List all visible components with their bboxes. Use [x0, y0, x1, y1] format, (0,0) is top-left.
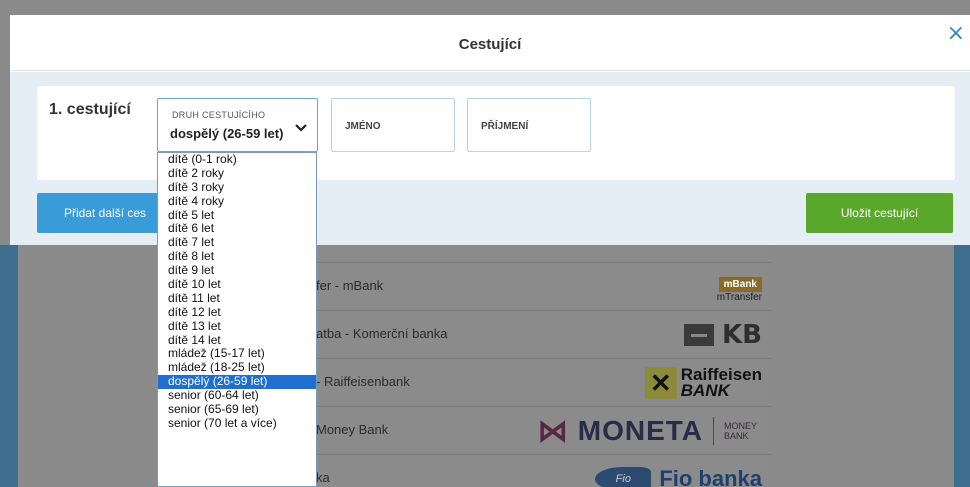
save-passengers-button[interactable]: Uložit cestující — [806, 193, 953, 233]
mbank-logo: mBank mTransfer — [717, 271, 762, 303]
dropdown-option[interactable]: mládež (18-25 let) — [158, 360, 316, 375]
moneta-logo: ⋈ MONETA MONEY BANK — [537, 414, 762, 448]
raiffeisen-logo-sub: BANK — [680, 381, 730, 400]
payment-method-label: ka — [316, 470, 330, 485]
dropdown-option[interactable]: dítě 10 let — [158, 277, 316, 292]
payment-method-label: atba - Komerční banka — [316, 326, 448, 341]
passenger-type-select[interactable]: DRUH CESTUJÍCÍHO dospělý (26-59 let) — [157, 98, 318, 152]
payment-method-label: Money Bank — [316, 422, 389, 437]
moneta-logo-sub: MONEY BANK — [724, 421, 757, 441]
dropdown-option[interactable]: dítě 7 let — [158, 235, 316, 250]
raiffeisen-logo-text-block: Raiffeisen BANK — [680, 366, 762, 400]
modal-header: Cestující × — [10, 15, 970, 71]
close-icon[interactable]: × — [947, 23, 965, 45]
dropdown-option-selected[interactable]: dospělý (26-59 let) — [158, 374, 316, 390]
dropdown-option[interactable]: dítě 12 let — [158, 305, 316, 320]
dropdown-option[interactable]: dítě 3 roky — [158, 180, 316, 195]
raiffeisen-cross-icon: ✕ — [644, 367, 677, 399]
dropdown-option[interactable]: dítě 6 let — [158, 222, 316, 236]
first-name-placeholder: JMÉNO — [345, 121, 381, 132]
payment-method-label: - Raiffeisenbank — [316, 374, 410, 389]
save-passengers-label: Uložit cestující — [840, 206, 919, 220]
dropdown-option[interactable]: dítě 4 roky — [158, 194, 316, 209]
dropdown-option[interactable]: dítě 8 let — [158, 249, 316, 264]
moneta-logo-divider — [713, 417, 714, 445]
raiffeisen-logo: ✕ Raiffeisen BANK — [644, 366, 762, 400]
mbank-logo-sub: mTransfer — [716, 292, 762, 303]
dropdown-option[interactable]: senior (70 let a více) — [158, 416, 316, 431]
dropdown-option[interactable]: dítě 5 let — [158, 208, 316, 223]
passengers-modal: Cestující × 1. cestující DRUH CESTUJÍCÍH… — [10, 15, 970, 245]
chevron-down-icon — [295, 124, 307, 132]
dropdown-option[interactable]: senior (65-69 let) — [158, 402, 316, 417]
dropdown-option[interactable]: dítě 13 let — [158, 319, 316, 334]
last-name-placeholder: PŘÍJMENÍ — [481, 121, 529, 132]
background-strip-right — [954, 245, 970, 487]
dropdown-option[interactable]: dítě 9 let — [158, 263, 316, 278]
dropdown-option[interactable]: senior (60-64 let) — [158, 388, 316, 403]
background-strip-left — [0, 245, 18, 487]
modal-body: 1. cestující DRUH CESTUJÍCÍHO dospělý (2… — [10, 72, 970, 245]
dropdown-option[interactable]: dítě (0-1 rok) — [158, 153, 316, 167]
moneta-m-icon: ⋈ — [537, 414, 568, 448]
moneta-logo-text: MONETA — [577, 415, 703, 446]
dropdown-option[interactable]: dítě 14 let — [158, 333, 316, 348]
fio-logo-text: Fio banka — [659, 466, 762, 487]
kb-logo-text: KB — [722, 320, 762, 350]
fio-fish-icon: Fio — [595, 467, 652, 487]
kb-logo-box-icon — [684, 324, 715, 346]
dropdown-option[interactable]: dítě 11 let — [158, 291, 316, 306]
dropdown-option[interactable]: dítě 2 roky — [158, 166, 316, 181]
add-passenger-label: Přidat další ces — [64, 206, 147, 220]
passenger-type-dropdown[interactable]: dítě (0-1 rok) dítě 2 roky dítě 3 roky dítě… — [157, 152, 317, 487]
payment-method-label: fer - mBank — [316, 278, 384, 293]
modal-title: Cestující — [458, 36, 522, 53]
passenger-number-label: 1. cestující — [49, 101, 131, 118]
passenger-type-value: dospělý (26-59 let) — [170, 126, 284, 141]
mbank-logo-text: mBank — [718, 277, 762, 292]
dropdown-option[interactable]: mládež (15-17 let) — [158, 347, 316, 361]
passenger-type-caption: DRUH CESTUJÍCÍHO — [172, 110, 266, 120]
last-name-field[interactable]: PŘÍJMENÍ — [467, 98, 591, 152]
kb-logo: KB — [684, 319, 762, 351]
first-name-field[interactable]: JMÉNO — [331, 98, 455, 152]
fio-logo: Fio Fio banka — [595, 463, 762, 487]
